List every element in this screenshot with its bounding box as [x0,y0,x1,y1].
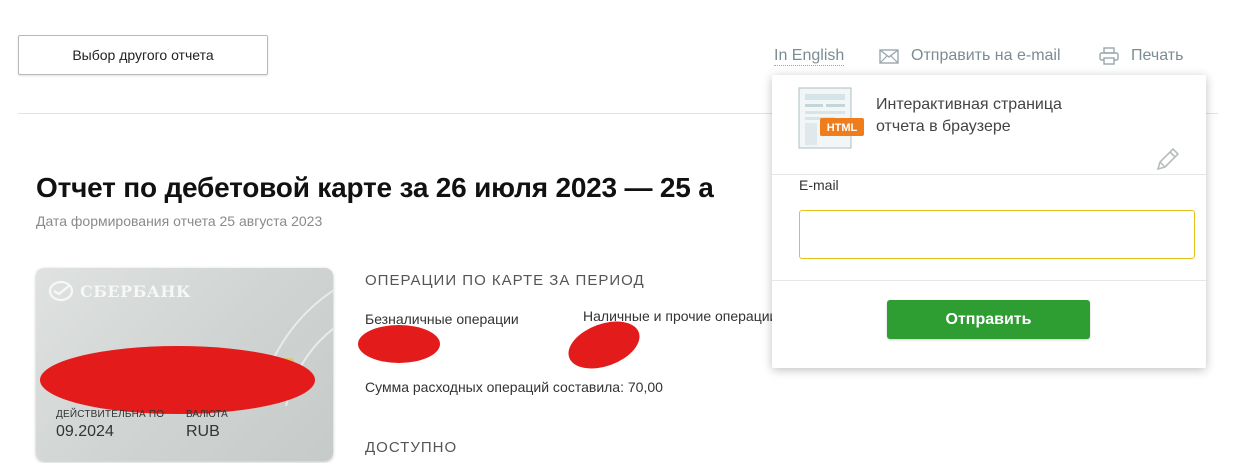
email-field[interactable] [799,210,1195,259]
cashless-amount-redaction [358,325,440,363]
card-valid-label: ДЕЙСТВИТЕЛЬНА ПО [56,409,165,420]
in-english-link[interactable]: In English [774,47,845,66]
send-email-popup: HTML Интерактивная страница отчета в бра… [772,75,1206,368]
available-heading: ДОСТУПНО [365,439,458,456]
email-field-label: E-mail [799,177,839,193]
html-badge-text: HTML [827,122,858,134]
popup-description: Интерактивная страница отчета в браузере [876,94,1062,138]
bank-name: СБЕРБАНК [80,281,192,301]
card-number-redaction-2 [86,366,256,406]
card-valid-value: 09.2024 [56,423,114,440]
select-other-report-button[interactable]: Выбор другого отчета [18,35,268,75]
operations-heading: ОПЕРАЦИИ ПО КАРТЕ ЗА ПЕРИОД [365,272,645,289]
print-label: Печать [1131,47,1184,64]
card-currency-value: RUB [186,423,220,440]
print-link[interactable]: Печать [1099,47,1183,65]
send-email-label: Отправить на e-mail [911,47,1061,64]
popup-description-line1: Интерактивная страница [876,96,1062,113]
send-button[interactable]: Отправить [887,300,1090,339]
report-generated-date: Дата формирования отчета 25 августа 2023 [36,213,323,229]
bank-logo: СБЕРБАНК [48,280,191,302]
html-document-icon: HTML [798,87,866,154]
send-email-link[interactable]: Отправить на e-mail [879,47,1061,65]
expense-sum-text: Сумма расходных операций составила: 70,0… [365,379,663,395]
sberbank-logo-icon [48,280,74,302]
in-english-label: In English [774,47,845,66]
envelope-icon [879,48,899,64]
bank-card: СБЕРБАНК ДЕЙСТВИТЕЛЬНА ПО 09.2024 ВАЛЮТА… [36,268,333,461]
card-currency-label: ВАЛЮТА [186,409,228,420]
printer-icon [1099,47,1119,65]
popup-description-line2: отчета в браузере [876,118,1011,135]
popup-divider-top [772,174,1206,175]
popup-divider-bottom [772,280,1206,281]
page-title: Отчет по дебетовой карте за 26 июля 2023… [36,172,714,203]
